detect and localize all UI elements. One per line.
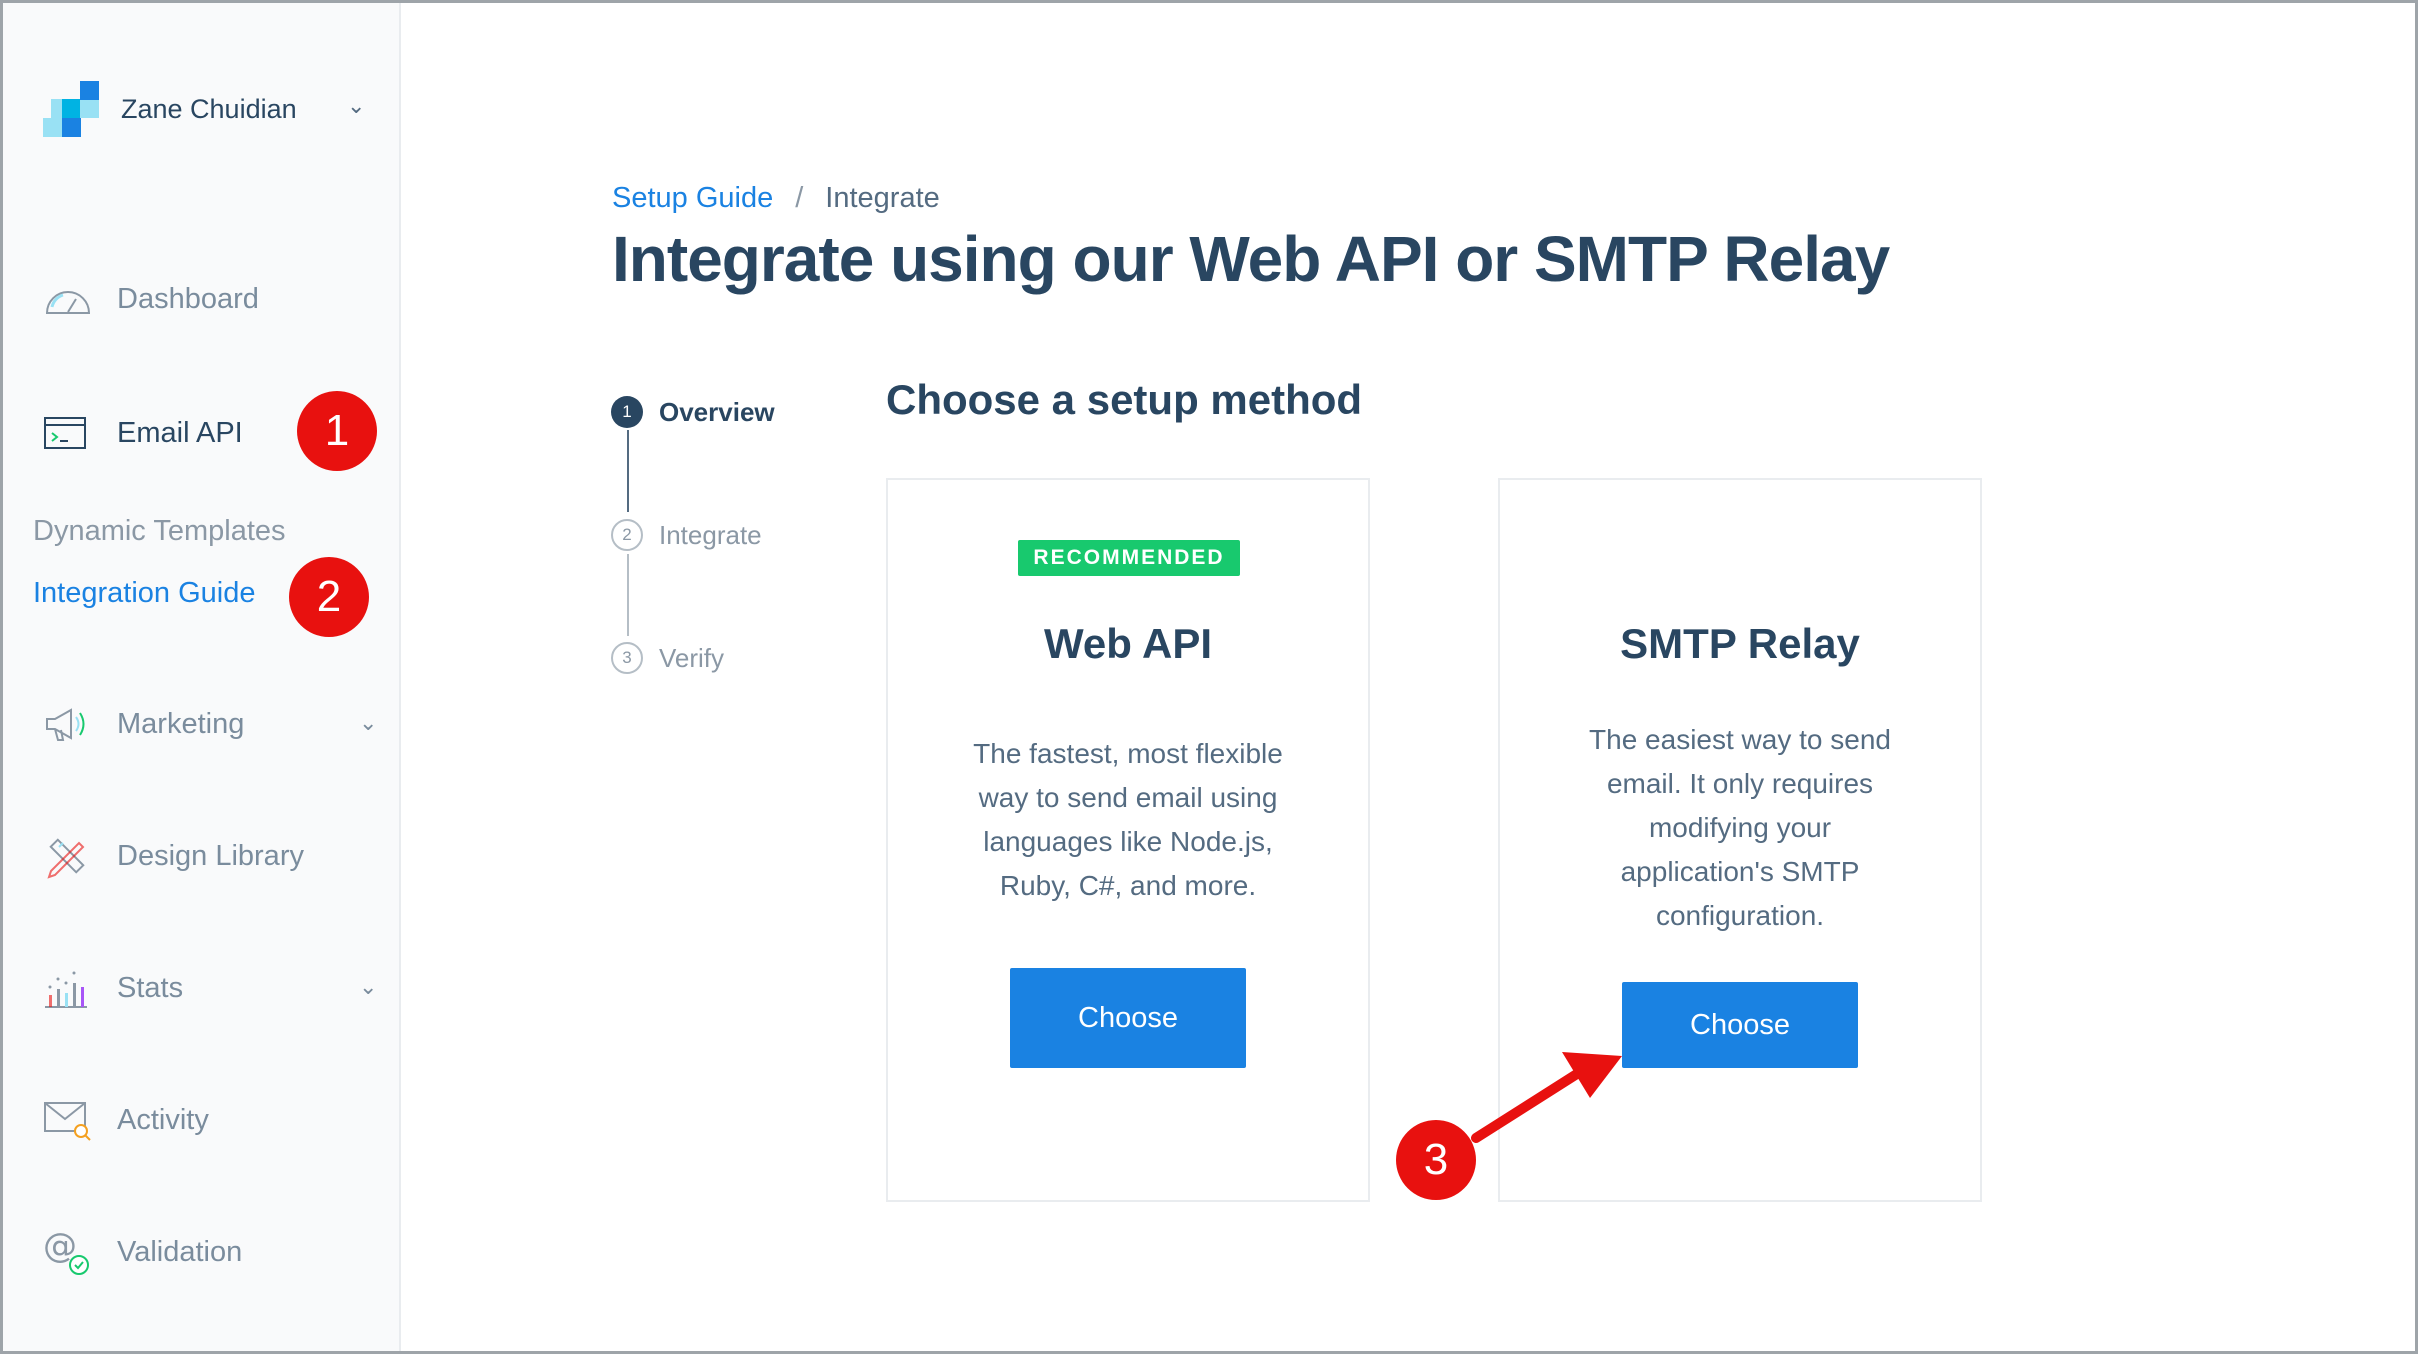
nav-stats[interactable]: Stats ⌄: [43, 958, 383, 1018]
speedometer-icon: [43, 274, 99, 324]
step-label: Overview: [659, 396, 775, 427]
step-label: Integrate: [659, 519, 762, 550]
step-overview: 1 Overview: [611, 396, 775, 428]
web-api-description: The fastest, most flexible way to send e…: [973, 738, 1283, 901]
choose-smtp-button[interactable]: Choose: [1622, 982, 1858, 1068]
breadcrumb: Setup Guide / Integrate: [612, 182, 940, 215]
nav-marketing[interactable]: Marketing ⌄: [43, 694, 383, 754]
annotation-marker-2: 2: [289, 557, 369, 637]
step-number: 3: [611, 642, 643, 674]
chevron-down-icon: ⌄: [359, 974, 378, 999]
nav-design-library-label: Design Library: [117, 839, 304, 872]
nav-activity-label: Activity: [117, 1103, 209, 1136]
megaphone-icon: [43, 699, 99, 749]
sidebar: Zane Chuidian ⌄ Dashboard Email API Dyna…: [3, 3, 401, 1351]
section-title: Choose a setup method: [886, 376, 1363, 423]
smtp-relay-description: The easiest way to send email. It only r…: [1589, 724, 1891, 931]
choose-web-api-button[interactable]: Choose: [1010, 968, 1246, 1068]
nav-stats-label: Stats: [117, 971, 184, 1004]
smtp-relay-title: SMTP Relay: [1620, 620, 1860, 667]
page-title: Integrate using our Web API or SMTP Rela…: [612, 223, 1890, 295]
smtp-relay-card: SMTP Relay The easiest way to send email…: [1498, 478, 1982, 1202]
annotation-marker-3: 3: [1396, 1120, 1476, 1200]
recommended-badge: RECOMMENDED: [1018, 540, 1240, 576]
at-check-icon: @: [43, 1227, 99, 1277]
sendgrid-logo: [43, 81, 99, 137]
pencil-ruler-icon: [43, 831, 99, 881]
step-number: 2: [611, 519, 643, 551]
stepper-connector: [627, 430, 629, 512]
web-api-title: Web API: [1043, 620, 1213, 667]
nav-validation[interactable]: @ Validation: [43, 1222, 383, 1282]
subnav-dynamic-templates[interactable]: Dynamic Templates: [33, 515, 286, 548]
web-api-card: RECOMMENDED Web API The fastest, most fl…: [886, 478, 1370, 1202]
breadcrumb-separator: /: [795, 182, 804, 214]
account-name: Zane Chuidian: [121, 93, 297, 124]
chevron-down-icon: ⌄: [347, 93, 366, 118]
chevron-down-icon: ⌄: [359, 710, 378, 735]
nav-email-api-label: Email API: [117, 416, 243, 449]
nav-marketing-label: Marketing: [117, 707, 245, 740]
nav-validation-label: Validation: [117, 1235, 243, 1268]
bar-chart-icon: [43, 963, 99, 1013]
annotation-marker-1: 1: [297, 391, 377, 471]
breadcrumb-setup-guide[interactable]: Setup Guide: [612, 182, 773, 215]
nav-activity[interactable]: Activity: [43, 1090, 383, 1150]
nav-design-library[interactable]: Design Library: [43, 826, 383, 886]
account-switcher[interactable]: Zane Chuidian ⌄: [43, 79, 383, 139]
step-number: 1: [611, 396, 643, 428]
stepper-connector: [627, 554, 629, 636]
nav-dashboard[interactable]: Dashboard: [43, 269, 383, 329]
subnav-integration-guide[interactable]: Integration Guide: [33, 577, 255, 610]
envelope-search-icon: [43, 1095, 99, 1145]
step-verify: 3 Verify: [611, 642, 724, 674]
terminal-window-icon: [43, 408, 99, 458]
nav-dashboard-label: Dashboard: [117, 282, 259, 315]
breadcrumb-current: Integrate: [825, 182, 940, 214]
step-integrate: 2 Integrate: [611, 519, 762, 551]
step-label: Verify: [659, 642, 725, 673]
